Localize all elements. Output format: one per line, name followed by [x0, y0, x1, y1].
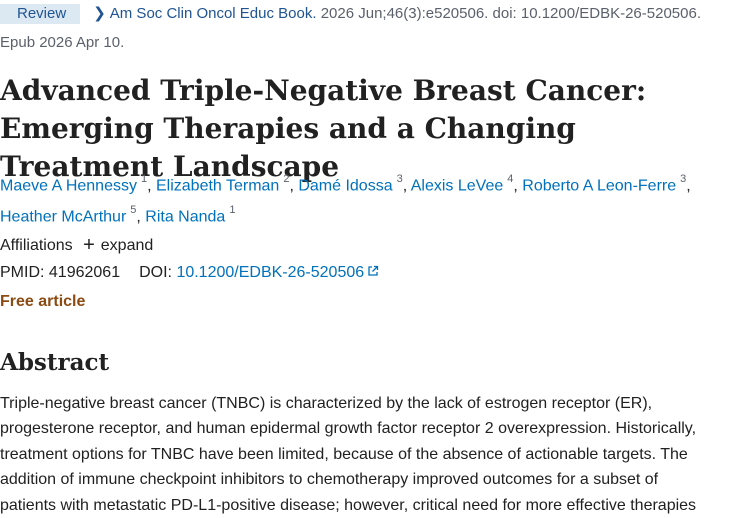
external-link-icon[interactable] [367, 263, 379, 283]
chevron-right-icon: ❯ [93, 5, 106, 22]
plus-icon: + [83, 234, 95, 256]
affiliation-number[interactable]: 2 [283, 173, 289, 185]
affiliation-number[interactable]: 1 [229, 204, 235, 216]
journal-link[interactable]: Am Soc Clin Oncol Educ Book. [110, 5, 317, 22]
epub-date: Epub 2026 Apr 10. [0, 34, 125, 51]
abstract-line: addition of immune checkpoint inhibitors… [0, 471, 659, 489]
affiliations-label: Affiliations [0, 237, 73, 254]
author-list: Maeve A Hennessy 1, Elizabeth Terman 2, Da… [0, 173, 691, 226]
free-article-badge: Free article [0, 293, 86, 310]
review-badge: Review [0, 4, 81, 24]
abstract-line: patients with metastatic PD-L1-positive … [0, 496, 697, 514]
citation-bar: Review ❯ Am Soc Clin Oncol Educ Book. 2026… [0, 4, 701, 24]
pmid-value: 41962061 [48, 264, 121, 282]
author-link[interactable]: Damé Idossa [298, 177, 392, 194]
affiliations-row: Affiliations + expand [0, 234, 153, 256]
affiliation-number[interactable]: 1 [141, 173, 147, 185]
author-link[interactable]: Elizabeth Terman [156, 177, 279, 194]
author-link[interactable]: Rita Nanda [145, 209, 225, 226]
affiliation-number[interactable]: 4 [507, 173, 513, 185]
author-link[interactable]: Alexis LeVee [411, 177, 504, 194]
abstract-line: treatment options for TNBC have been lim… [0, 445, 688, 463]
abstract-line: Triple-negative breast cancer (TNBC) is … [0, 395, 653, 412]
citation-details: 2026 Jun;46(3):e520506. doi: 10.1200/EDB… [316, 5, 701, 22]
doi-label: DOI: [139, 264, 172, 282]
abstract-heading: Abstract [0, 349, 110, 376]
expand-affiliations-button[interactable]: + expand [83, 234, 154, 256]
author-link[interactable]: Roberto A Leon-Ferre [522, 177, 676, 194]
author-link[interactable]: Maeve A Hennessy [0, 177, 137, 194]
affiliation-number[interactable]: 3 [680, 173, 686, 185]
affiliation-number[interactable]: 3 [397, 173, 403, 185]
abstract-text: Triple-negative breast cancer (TNBC) is … [0, 391, 748, 518]
abstract-line: progesterone receptor, and human epiderm… [0, 420, 697, 438]
pmid-label: PMID: [0, 264, 45, 282]
affiliation-number[interactable]: 5 [130, 204, 136, 216]
author-link[interactable]: Heather McArthur [0, 209, 126, 226]
doi-link[interactable]: 10.1200/EDBK-26-520506 [176, 264, 364, 281]
identifiers-row: PMID: 41962061 DOI: 10.1200/EDBK-26-52050… [0, 263, 379, 283]
expand-label: expand [100, 237, 154, 254]
